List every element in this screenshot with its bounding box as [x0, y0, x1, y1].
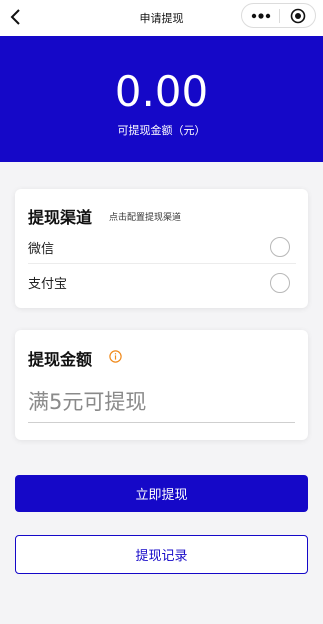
mini-program-capsule — [241, 3, 316, 28]
channel-option-wechat[interactable]: 微信 — [28, 231, 296, 264]
info-icon[interactable] — [109, 350, 122, 363]
balance-amount: 0.00 — [114, 67, 209, 116]
channel-option-label: 微信 — [28, 241, 55, 257]
channel-option-alipay[interactable]: 支付宝 — [28, 266, 296, 299]
withdraw-now-button[interactable]: 立即提现 — [15, 475, 308, 512]
more-button[interactable] — [242, 4, 279, 27]
channel-option-label: 支付宝 — [28, 277, 68, 292]
amount-input[interactable] — [28, 381, 295, 423]
configure-channel-link[interactable]: 点击配置提现渠道 — [109, 210, 181, 223]
withdraw-amount-card: 提现金额 — [15, 330, 308, 440]
radio-button[interactable] — [270, 237, 290, 257]
more-dots-icon — [251, 12, 270, 19]
close-button[interactable] — [280, 4, 315, 27]
nav-bar: 申请提现 — [0, 0, 323, 36]
balance-label: 可提现金额（元） — [117, 124, 206, 137]
withdraw-records-button[interactable]: 提现记录 — [15, 535, 308, 574]
radio-button[interactable] — [270, 272, 290, 293]
amount-title: 提现金额 — [28, 350, 93, 369]
balance-banner: 0.00 可提现金额（元） — [0, 36, 323, 162]
channel-title: 提现渠道 — [28, 208, 93, 227]
target-circle-icon — [290, 8, 305, 23]
